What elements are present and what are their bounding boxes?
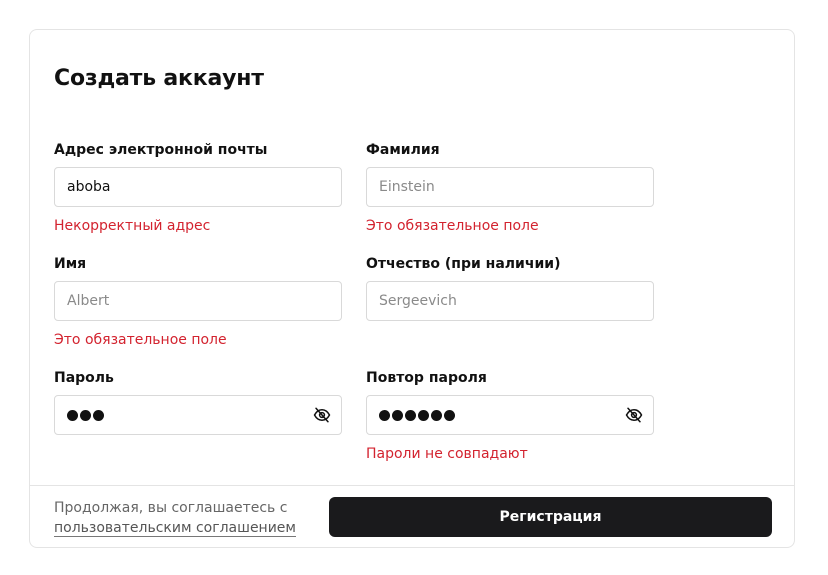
- eye-off-icon[interactable]: [313, 406, 331, 424]
- last-name-input[interactable]: [367, 168, 653, 206]
- email-input-box: [54, 167, 342, 207]
- patronymic-field-group: Отчество (при наличии): [366, 255, 654, 321]
- registration-card: Создать аккаунт Адрес электронной почты …: [29, 29, 795, 548]
- patronymic-input-box: [366, 281, 654, 321]
- email-label: Адрес электронной почты: [54, 142, 268, 158]
- password-repeat-field-group: Повтор пароля Пароли не совпадают: [366, 369, 654, 463]
- eye-off-icon[interactable]: [625, 406, 643, 424]
- password-field-group: Пароль: [54, 369, 342, 435]
- password-input-box: [54, 395, 342, 435]
- password-input[interactable]: [55, 396, 341, 434]
- first-name-input-box: [54, 281, 342, 321]
- password-repeat-input[interactable]: [367, 396, 653, 434]
- register-button[interactable]: Регистрация: [329, 497, 772, 537]
- last-name-label: Фамилия: [366, 142, 440, 158]
- email-field-group: Адрес электронной почты Некорректный адр…: [54, 141, 342, 235]
- first-name-label: Имя: [54, 256, 87, 272]
- footer-divider: [30, 485, 794, 486]
- first-name-field-group: Имя Это обязательное поле: [54, 255, 342, 349]
- first-name-input[interactable]: [55, 282, 341, 320]
- password-repeat-input-box: [366, 395, 654, 435]
- page-title: Создать аккаунт: [54, 66, 264, 91]
- email-error: Некорректный адрес: [54, 218, 211, 234]
- email-input[interactable]: [55, 168, 341, 206]
- password-label: Пароль: [54, 370, 114, 386]
- password-repeat-label: Повтор пароля: [366, 370, 487, 386]
- user-agreement-link[interactable]: пользовательским соглашением: [54, 520, 296, 537]
- patronymic-label: Отчество (при наличии): [366, 256, 561, 272]
- last-name-error: Это обязательное поле: [366, 218, 539, 234]
- patronymic-input[interactable]: [367, 282, 653, 320]
- first-name-error: Это обязательное поле: [54, 332, 227, 348]
- agreement-notice: Продолжая, вы соглашаетесь с пользовател…: [54, 498, 296, 538]
- password-repeat-error: Пароли не совпадают: [366, 446, 528, 462]
- last-name-input-box: [366, 167, 654, 207]
- agreement-text: Продолжая, вы соглашаетесь с: [54, 500, 288, 516]
- last-name-field-group: Фамилия Это обязательное поле: [366, 141, 654, 235]
